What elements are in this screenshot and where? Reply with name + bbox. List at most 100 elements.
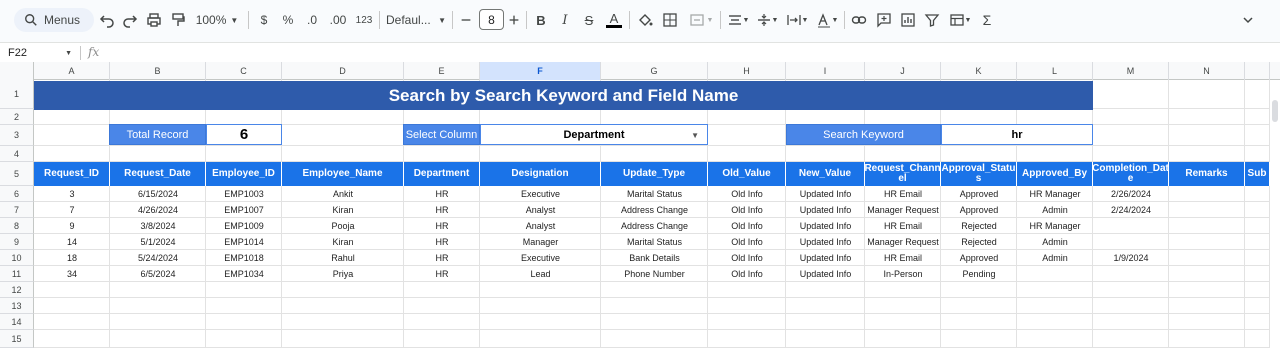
column-header-K[interactable]: K [941, 62, 1017, 80]
decrease-font-size-button[interactable] [459, 9, 473, 31]
column-header-B[interactable]: B [110, 62, 206, 80]
table-cell[interactable]: HR [404, 218, 480, 234]
table-cell[interactable]: Approved [941, 250, 1017, 266]
column-header-D[interactable]: D [282, 62, 404, 80]
table-cell[interactable]: Admin [1017, 202, 1093, 218]
vertical-align-button[interactable]: ▼ [754, 9, 780, 31]
table-cell[interactable]: EMP1014 [206, 234, 282, 250]
table-cell[interactable]: 2/24/2024 [1093, 202, 1169, 218]
row-header-9[interactable]: 9 [0, 234, 34, 250]
column-header-M[interactable]: M [1093, 62, 1169, 80]
table-cell[interactable]: Kiran [282, 202, 404, 218]
table-cell[interactable]: 5/1/2024 [110, 234, 206, 250]
column-header-extra[interactable] [1245, 62, 1270, 80]
scrollbar-thumb[interactable] [1272, 100, 1278, 122]
table-cell[interactable]: Marital Status [601, 186, 708, 202]
horizontal-align-button[interactable]: ▼ [725, 9, 751, 31]
table-cell[interactable]: Phone Number [601, 266, 708, 282]
cell-area[interactable]: Search by Search Keyword and Field Name … [34, 80, 1270, 348]
table-cell[interactable]: HR Email [865, 218, 941, 234]
table-cell[interactable]: 9 [34, 218, 110, 234]
table-cell[interactable] [1245, 234, 1270, 250]
collapse-toolbar-button[interactable] [1240, 9, 1256, 31]
table-cell[interactable]: Executive [480, 250, 601, 266]
table-cell[interactable] [1169, 250, 1245, 266]
table-header-cell[interactable]: Department [404, 162, 480, 186]
table-cell[interactable] [1245, 266, 1270, 282]
table-header-cell[interactable]: Employee_Name [282, 162, 404, 186]
row-header-6[interactable]: 6 [0, 186, 34, 202]
menus-search-button[interactable]: Menus [14, 8, 94, 32]
insert-chart-button[interactable] [899, 9, 917, 31]
row-header-11[interactable]: 11 [0, 266, 34, 282]
filter-views-button[interactable]: ▼ [947, 9, 973, 31]
table-cell[interactable]: Bank Details [601, 250, 708, 266]
table-cell[interactable] [1169, 266, 1245, 282]
table-cell[interactable]: 14 [34, 234, 110, 250]
name-box[interactable]: F22 ▼ [8, 45, 74, 61]
currency-format-button[interactable]: $ [256, 9, 272, 31]
row-header-14[interactable]: 14 [0, 314, 34, 330]
column-header-L[interactable]: L [1017, 62, 1093, 80]
search-keyword-input[interactable]: hr [941, 124, 1093, 145]
strikethrough-button[interactable]: S [581, 9, 597, 31]
table-cell[interactable]: 2/26/2024 [1093, 186, 1169, 202]
table-cell[interactable]: Approved [941, 186, 1017, 202]
font-family-select[interactable]: Defaul... ▼ [386, 9, 446, 31]
table-cell[interactable]: 3/8/2024 [110, 218, 206, 234]
table-cell[interactable]: Analyst [480, 218, 601, 234]
row-header-3[interactable]: 3 [0, 125, 34, 146]
italic-button[interactable]: I [557, 9, 573, 31]
table-cell[interactable]: 7 [34, 202, 110, 218]
table-cell[interactable]: Executive [480, 186, 601, 202]
font-size-input[interactable]: 8 [479, 9, 504, 30]
row-header-10[interactable]: 10 [0, 250, 34, 266]
table-cell[interactable]: Updated Info [786, 218, 865, 234]
table-cell[interactable]: 3 [34, 186, 110, 202]
table-cell[interactable]: Admin [1017, 234, 1093, 250]
redo-button[interactable] [121, 9, 139, 31]
column-header-C[interactable]: C [206, 62, 282, 80]
table-cell[interactable]: Updated Info [786, 266, 865, 282]
table-cell[interactable]: HR [404, 250, 480, 266]
table-cell[interactable]: Admin [1017, 250, 1093, 266]
zoom-select[interactable]: 100% ▼ [194, 9, 240, 31]
table-cell[interactable]: Kiran [282, 234, 404, 250]
table-header-cell[interactable]: Designation [480, 162, 601, 186]
table-cell[interactable]: 6/15/2024 [110, 186, 206, 202]
column-header-E[interactable]: E [404, 62, 480, 80]
row-header-15[interactable]: 15 [0, 330, 34, 348]
number-format-button[interactable]: 123 [353, 9, 375, 31]
table-cell[interactable]: Old Info [708, 266, 786, 282]
text-rotation-button[interactable]: ▼ [814, 9, 840, 31]
table-header-cell[interactable]: Request_Chann el [865, 162, 941, 186]
table-cell[interactable]: Rejected [941, 218, 1017, 234]
table-cell[interactable]: 5/24/2024 [110, 250, 206, 266]
text-color-button[interactable]: A [605, 9, 623, 31]
table-header-cell[interactable]: Request_Date [110, 162, 206, 186]
fill-color-button[interactable] [636, 9, 654, 31]
borders-button[interactable] [661, 9, 679, 31]
row-header-4[interactable]: 4 [0, 146, 34, 162]
table-cell[interactable] [1169, 202, 1245, 218]
table-cell[interactable]: HR Email [865, 186, 941, 202]
table-cell[interactable]: EMP1009 [206, 218, 282, 234]
table-cell[interactable]: Approved [941, 202, 1017, 218]
table-header-cell[interactable]: Completion_Dat e [1093, 162, 1169, 186]
table-cell[interactable] [1093, 218, 1169, 234]
table-cell[interactable] [1245, 186, 1270, 202]
table-cell[interactable]: 34 [34, 266, 110, 282]
table-cell[interactable]: HR [404, 202, 480, 218]
column-header-I[interactable]: I [786, 62, 865, 80]
table-cell[interactable]: Ankit [282, 186, 404, 202]
total-record-value[interactable]: 6 [206, 124, 282, 145]
table-cell[interactable]: Updated Info [786, 234, 865, 250]
table-header-cell[interactable]: Sub [1245, 162, 1270, 186]
text-wrap-button[interactable]: ▼ [784, 9, 810, 31]
table-cell[interactable] [1169, 218, 1245, 234]
table-cell[interactable] [1169, 234, 1245, 250]
table-cell[interactable]: Address Change [601, 202, 708, 218]
vertical-scrollbar[interactable] [1270, 80, 1280, 348]
decrease-decimal-button[interactable]: .0 [302, 9, 322, 31]
row-header-2[interactable]: 2 [0, 109, 34, 125]
